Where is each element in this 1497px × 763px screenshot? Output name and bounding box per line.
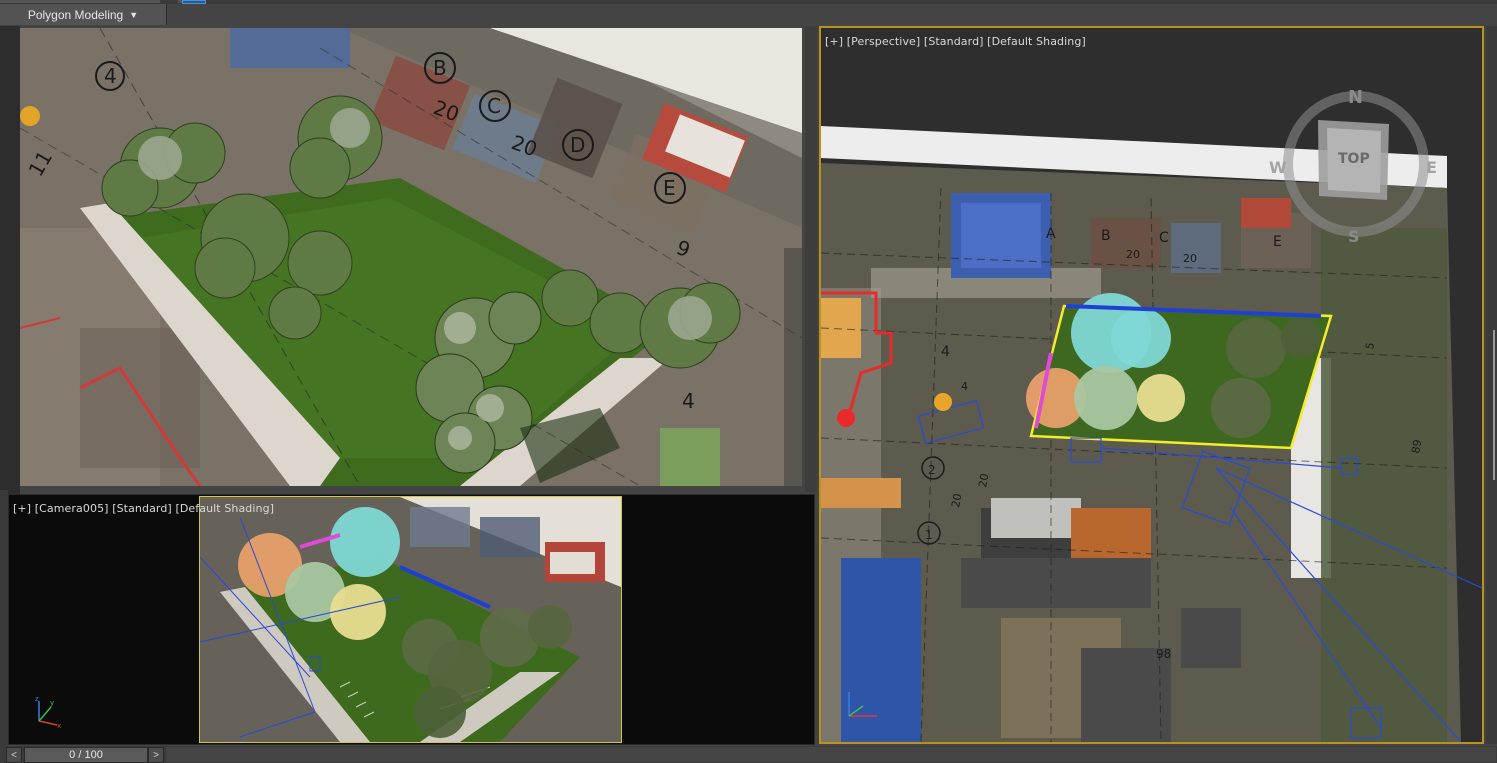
plan-marker-icon <box>20 106 40 126</box>
viewport-menu-plus[interactable]: [+] <box>13 502 31 515</box>
compass-west-label: W <box>1269 158 1287 177</box>
persp-grid-letter: B <box>1101 228 1111 244</box>
left-gutter-lower <box>0 490 8 746</box>
svg-text:y: y <box>50 699 54 707</box>
camera-safe-frame <box>199 496 622 743</box>
persp-dimension: 20 <box>1126 248 1140 261</box>
persp-grid-letter: E <box>1273 234 1282 250</box>
compass-north-label: N <box>1348 87 1363 108</box>
perspective-viewport[interactable]: A B C E 20 20 4 4 2 1 5 89 98 20 20 TOP … <box>819 26 1484 744</box>
camera-viewport-label: [+] [Camera005] [Standard] [Default Shad… <box>13 502 274 515</box>
ribbon-empty-area <box>167 4 1497 25</box>
persp-dimension: 4 <box>961 380 968 393</box>
next-frame-button[interactable]: > <box>148 747 164 763</box>
render-viewport[interactable]: B C D E 4 20 20 9 11 4 <box>20 28 802 486</box>
persp-grid-number: 4 <box>941 344 950 360</box>
svg-text:z: z <box>35 695 39 703</box>
viewport-shading-menu[interactable]: [Default Shading] <box>987 35 1086 48</box>
camera-viewport[interactable]: [+] [Camera005] [Standard] [Default Shad… <box>8 494 815 745</box>
caret-down-icon: ▼ <box>129 9 139 20</box>
plan-grid-number: 4 <box>104 64 117 88</box>
axis-gizmo-icon <box>848 692 877 717</box>
persp-grid-number: 1 <box>925 528 933 542</box>
plan-grid-letter: D <box>570 133 585 157</box>
persp-dimension: 20 <box>949 492 964 508</box>
persp-grid-letter: A <box>1046 226 1056 242</box>
polygon-modeling-tab[interactable]: Polygon Modeling ▼ <box>0 4 167 25</box>
persp-dimension: 20 <box>976 472 991 488</box>
perspective-viewport-label: [+] [Perspective] [Standard] [Default Sh… <box>825 35 1086 48</box>
perspective-scene: A B C E 20 20 4 4 2 1 5 89 98 20 20 TOP … <box>821 28 1482 742</box>
right-edge-scrollbar[interactable] <box>1493 330 1495 480</box>
axis-gizmo-icon: z y x <box>35 695 61 729</box>
compass-east-label: E <box>1426 158 1437 177</box>
viewcube-face-label: TOP <box>1338 151 1370 167</box>
plan-grid-letter: C <box>487 94 501 118</box>
right-edge-panel <box>1486 26 1497 744</box>
persp-dimension: 89 <box>1409 438 1424 454</box>
plan-grid-letter: E <box>663 176 676 200</box>
ribbon-chip <box>0 0 160 3</box>
time-slider[interactable]: 0 / 100 <box>24 747 148 763</box>
svg-text:x: x <box>57 722 61 729</box>
plan-grid-letter: B <box>433 56 447 80</box>
viewport-point-of-view[interactable]: [Perspective] <box>847 35 921 48</box>
render-scene: B C D E 4 20 20 9 11 4 <box>20 28 802 486</box>
prev-frame-button[interactable]: < <box>6 747 22 763</box>
viewport-menu-plus[interactable]: [+] <box>825 35 843 48</box>
viewport-point-of-view[interactable]: [Camera005] <box>35 502 109 515</box>
frame-readout: 0 / 100 <box>69 749 103 761</box>
persp-grid-letter: C <box>1159 230 1169 246</box>
ribbon-tab-label: Polygon Modeling <box>27 7 124 22</box>
persp-dimension: 98 <box>1156 647 1171 661</box>
track-bar[interactable] <box>166 747 1496 762</box>
persp-grid-number: 2 <box>928 463 936 477</box>
viewport-standard-menu[interactable]: [Standard] <box>112 502 172 515</box>
viewport-standard-menu[interactable]: [Standard] <box>924 35 984 48</box>
viewport-divider[interactable] <box>805 26 817 492</box>
plan-grid-number: 4 <box>682 389 695 413</box>
left-gutter <box>0 26 20 496</box>
camera-scene <box>200 497 621 742</box>
viewport-shading-menu[interactable]: [Default Shading] <box>175 502 274 515</box>
compass-south-label: S <box>1348 227 1360 246</box>
persp-dimension: 20 <box>1183 252 1197 265</box>
time-slider-bar: < 0 / 100 > <box>0 746 1497 763</box>
